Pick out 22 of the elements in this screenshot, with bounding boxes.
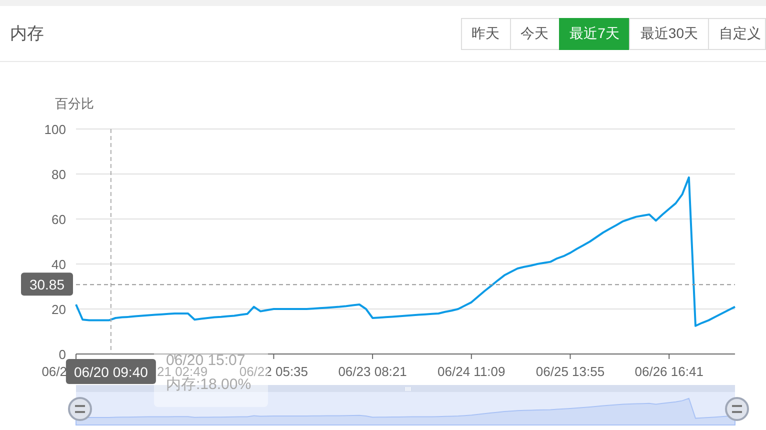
range-tab[interactable]: 最近30天	[629, 18, 709, 50]
y-axis-label: 0	[58, 347, 66, 362]
range-tab[interactable]: 昨天	[460, 18, 511, 50]
x-axis-label: 06/22 05:35	[239, 364, 308, 379]
x-axis-label: 06/24 11:09	[438, 364, 506, 379]
axis-title: 百分比	[55, 96, 94, 111]
value-pointer-label: 30.85	[21, 272, 73, 296]
ref-line-label: 30.85	[29, 276, 65, 293]
y-axis-label: 60	[52, 212, 66, 227]
time-pointer-label: 06/20 09:40	[66, 359, 156, 384]
panel-title: 内存	[10, 23, 44, 45]
y-axis-label: 100	[44, 122, 66, 137]
x-axis-label: 06/2	[42, 364, 67, 379]
range-tab[interactable]: 今天	[510, 18, 560, 50]
x-axis-label: 06/26 16:41	[634, 364, 704, 379]
y-axis-label: 80	[52, 167, 66, 182]
tooltip-value: 内存:18.00%	[166, 376, 252, 393]
y-axis-label: 20	[52, 302, 66, 317]
x-axis-label: 06/23 08:21	[338, 364, 407, 379]
y-axis-label: 40	[52, 257, 66, 272]
range-tab[interactable]: 自定义	[708, 18, 766, 50]
x-axis-label: 06/25 13:55	[536, 364, 605, 379]
